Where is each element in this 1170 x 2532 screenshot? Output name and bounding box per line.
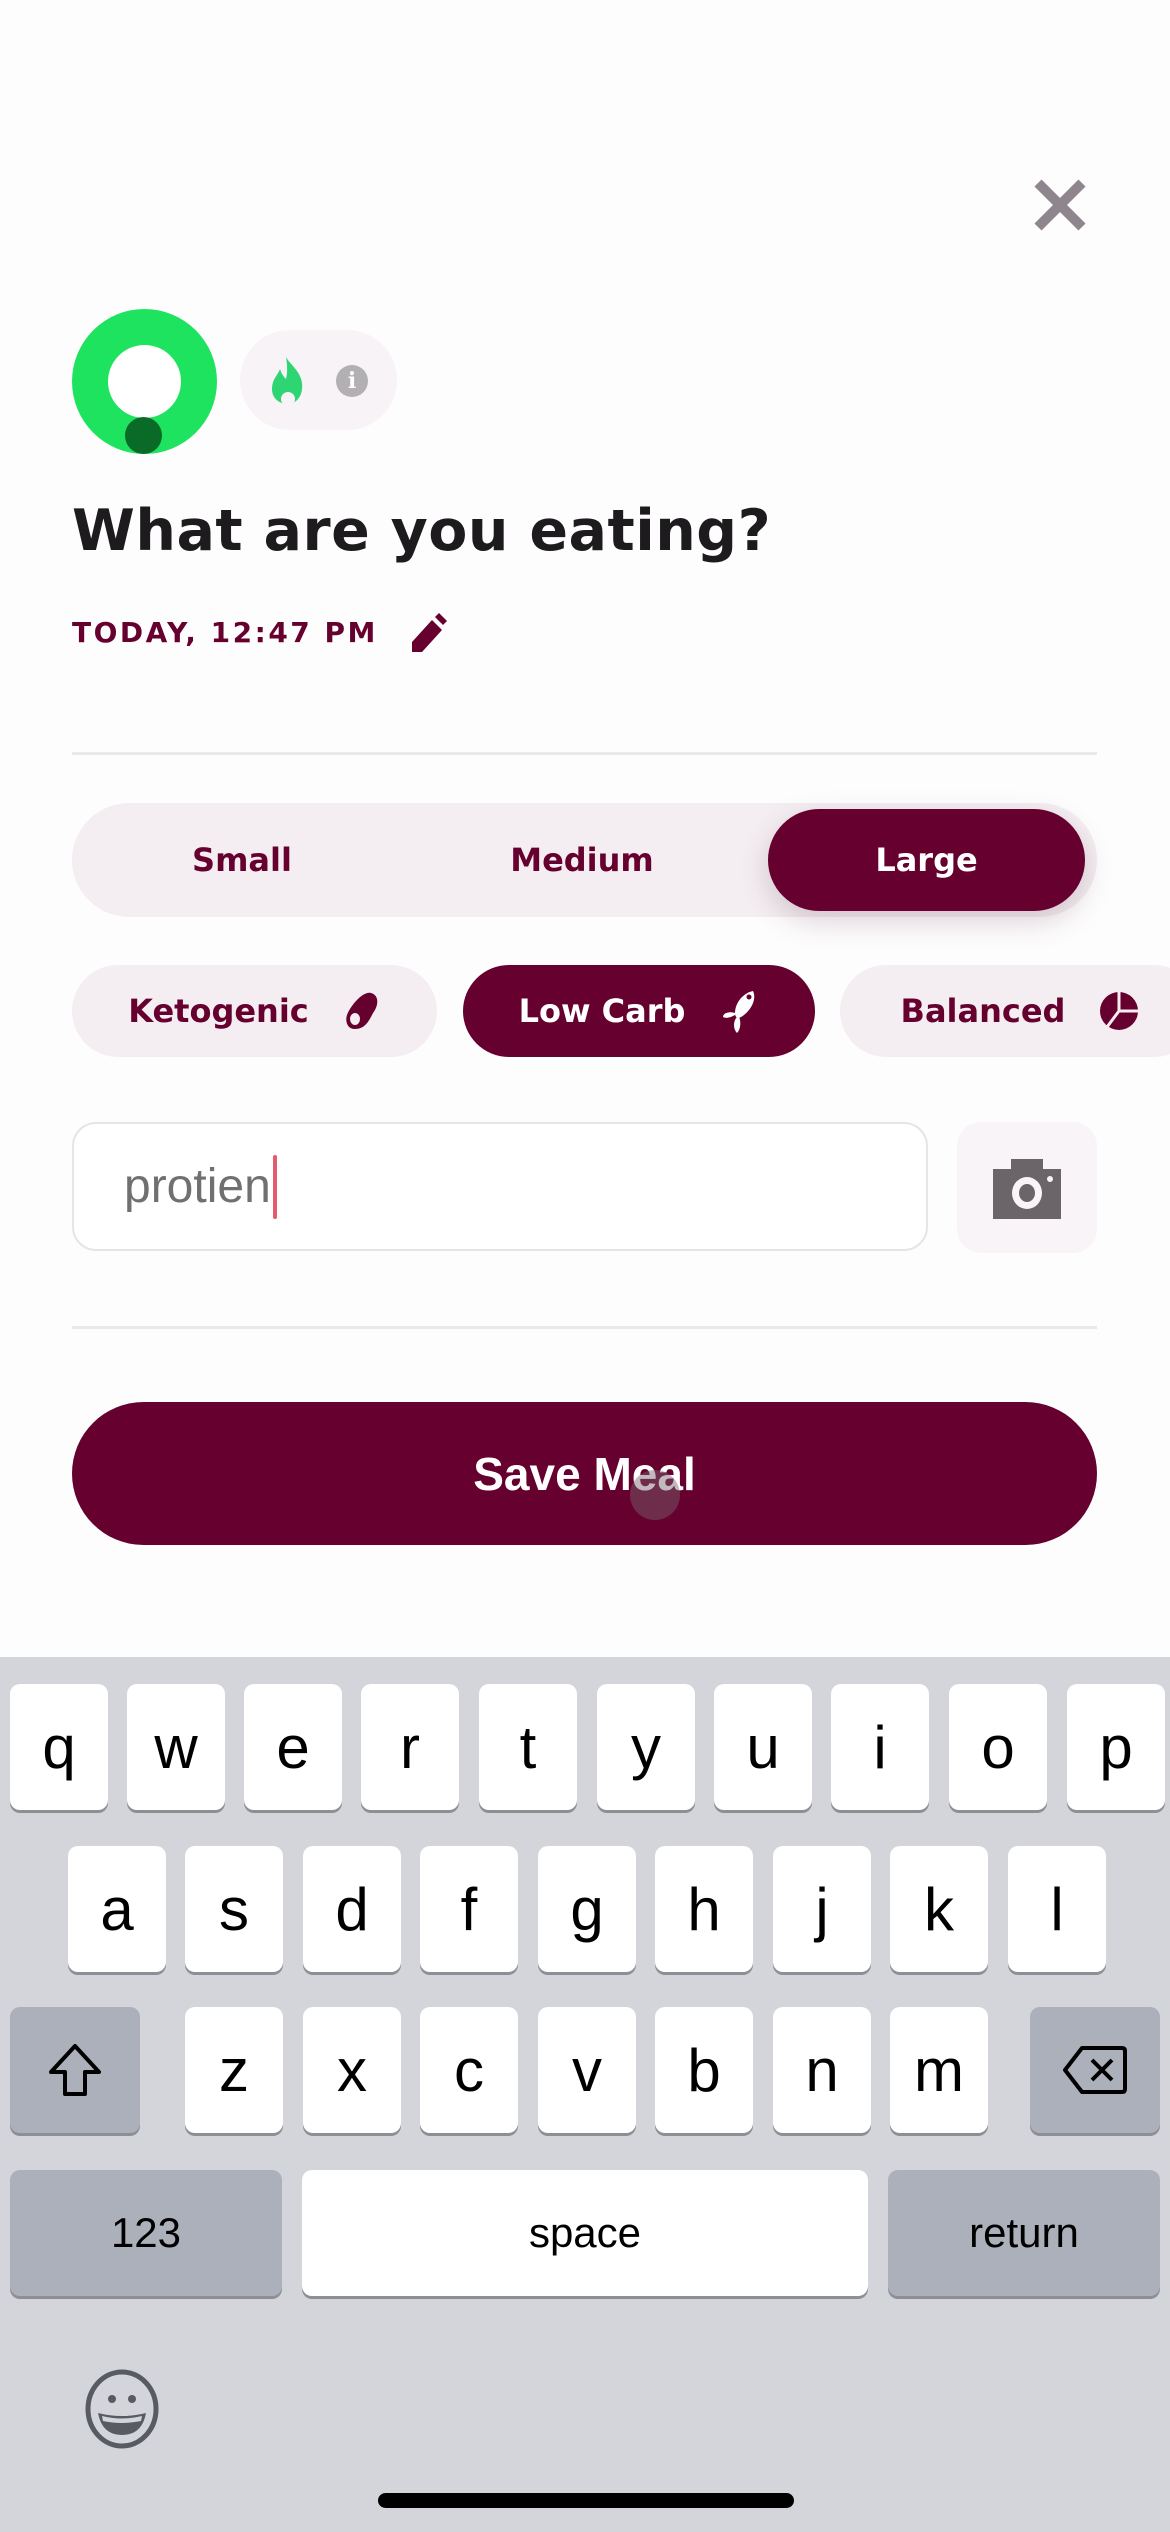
key-v[interactable]: v [538,2007,636,2133]
key-x[interactable]: x [303,2007,401,2133]
touch-indicator [630,1470,680,1520]
flame-icon [272,357,303,405]
key-k[interactable]: k [890,1846,988,1972]
close-x-icon [1034,179,1086,231]
key-b[interactable]: b [655,2007,753,2133]
key-y[interactable]: y [597,1684,695,1810]
diet-chip-label: Low Carb [518,992,686,1030]
key-l[interactable]: l [1008,1846,1106,1972]
key-o[interactable]: o [949,1684,1047,1810]
save-meal-button[interactable]: Save Meal [72,1402,1097,1545]
key-p[interactable]: p [1067,1684,1165,1810]
key-w[interactable]: w [127,1684,225,1810]
text-caret [272,1154,277,1219]
info-icon[interactable]: i [336,365,368,397]
key-s[interactable]: s [185,1846,283,1972]
key-u[interactable]: u [714,1684,812,1810]
key-z[interactable]: z [185,2007,283,2133]
portion-label: Medium [510,841,654,879]
backspace-icon [1063,2046,1127,2094]
meal-input-value: protien [124,1160,271,1213]
portion-label: Small [192,841,292,879]
meal-description-input[interactable]: protien [72,1122,928,1251]
divider [72,1326,1097,1329]
divider [72,752,1097,755]
key-e[interactable]: e [244,1684,342,1810]
delete-key[interactable] [1030,2007,1160,2133]
ring-progress-dot [125,417,162,454]
page-title: What are you eating? [72,498,772,564]
keyboard: q w e r t y u i o p a s d f g h j k l z … [0,1657,1170,2532]
avocado-icon [346,992,378,1029]
emoji-button[interactable] [82,2367,162,2451]
key-f[interactable]: f [420,1846,518,1972]
key-g[interactable]: g [538,1846,636,1972]
streak-info-pill[interactable]: i [240,330,397,430]
return-key[interactable]: return [888,2170,1160,2296]
portion-label: Large [875,841,978,879]
diet-chip-balanced[interactable]: Balanced [840,965,1170,1057]
emoji-smiley-icon [85,2369,159,2449]
key-a[interactable]: a [68,1846,166,1972]
key-m[interactable]: m [890,2007,988,2133]
portion-option-small[interactable]: Small [72,803,412,917]
pie-chart-icon [1100,992,1139,1030]
camera-icon [993,1158,1061,1219]
key-c[interactable]: c [420,2007,518,2133]
portion-option-large[interactable]: Large [768,809,1085,911]
diet-chip-label: Ketogenic [128,992,309,1030]
ring-center [108,345,181,418]
key-t[interactable]: t [479,1684,577,1810]
camera-button[interactable] [957,1122,1097,1253]
diet-chip-ketogenic[interactable]: Ketogenic [72,965,437,1057]
fish-icon [723,991,755,1033]
key-d[interactable]: d [303,1846,401,1972]
key-i[interactable]: i [831,1684,929,1810]
portion-option-medium[interactable]: Medium [412,803,752,917]
diet-chip-low-carb[interactable]: Low Carb [463,965,815,1057]
numbers-key[interactable]: 123 [10,2170,282,2296]
pencil-icon[interactable] [408,612,448,652]
key-h[interactable]: h [655,1846,753,1972]
portion-size-selector: Small Medium Large [72,803,1097,917]
meal-datetime-row[interactable]: TODAY, 12:47 PM [72,612,448,652]
key-r[interactable]: r [361,1684,459,1810]
meal-datetime: TODAY, 12:47 PM [72,615,378,649]
key-q[interactable]: q [10,1684,108,1810]
space-key[interactable]: space [302,2170,868,2296]
close-button[interactable] [1020,165,1100,245]
key-n[interactable]: n [773,2007,871,2133]
activity-ring-icon[interactable] [72,309,217,454]
diet-chip-label: Balanced [900,992,1066,1030]
home-indicator[interactable] [378,2493,794,2508]
key-j[interactable]: j [773,1846,871,1972]
shift-arrow-icon [49,2044,101,2096]
shift-key[interactable] [10,2007,140,2133]
